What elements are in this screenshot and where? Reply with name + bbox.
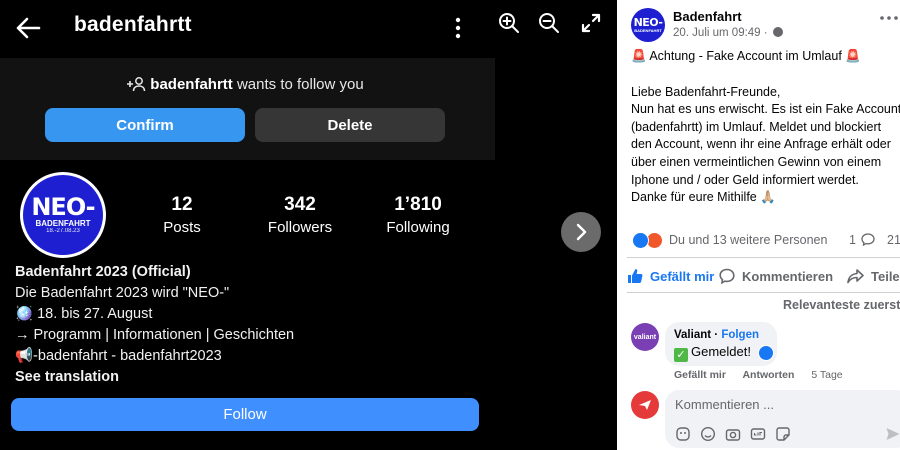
comment-like-badge: [758, 345, 774, 361]
bio-line: 🪩 18. bis 27. August: [15, 306, 153, 322]
comment-body: ✓ Gemeldet!: [674, 344, 751, 362]
emoji-icon[interactable]: [700, 426, 716, 442]
post-line: den Account, wenn ihr eine Anfrage erhäl…: [631, 137, 891, 152]
page-name[interactable]: Badenfahrt: [673, 9, 742, 24]
facebook-post: NEO- BADENFAHRT Badenfahrt 20. Juli um 0…: [617, 0, 900, 450]
bio-display-name: Badenfahrt 2023 (Official): [15, 264, 191, 280]
profile-username: badenfahrtt: [74, 13, 192, 36]
comment-author-line: Valiant · Folgen: [674, 329, 760, 341]
thumbs-up-icon: [628, 269, 643, 283]
post-text: 🚨 Achtung - Fake Account im Umlauf 🚨 Lie…: [631, 48, 900, 207]
send-icon[interactable]: [885, 426, 900, 442]
like-label: Gefällt mir: [650, 268, 715, 284]
sticker-icon[interactable]: [775, 426, 791, 442]
divider: [627, 292, 900, 293]
post-blank-line: [631, 66, 900, 84]
post-line: Nun hat es uns erwischt. Es ist ein Fake…: [631, 102, 900, 117]
comment-reply-button[interactable]: Antworten: [742, 369, 794, 381]
instagram-top-bar: badenfahrtt: [0, 0, 495, 58]
delete-button[interactable]: Delete: [255, 108, 445, 142]
gif-icon[interactable]: [750, 426, 766, 442]
page-avatar-sub: BADENFAHRT: [634, 28, 662, 33]
check-mark-icon: ✓: [674, 348, 688, 362]
instagram-profile-screenshot: badenfahrtt badenfahrtt wants to follow …: [0, 0, 495, 450]
profile-avatar[interactable]: NEO- BADENFAHRT 18.-27.08.23: [20, 172, 106, 258]
share-label: Teilen: [871, 268, 900, 284]
comment-input[interactable]: Kommentieren ...: [675, 397, 774, 412]
like-button[interactable]: Gefällt mir: [627, 266, 714, 286]
current-user-avatar[interactable]: [631, 391, 659, 419]
post-headline: 🚨 Achtung - Fake Account im Umlauf 🚨: [631, 49, 861, 63]
comment-icon: [719, 268, 735, 284]
comment-sort-dropdown[interactable]: Relevanteste zuerst: [783, 298, 900, 312]
follow-request-message: wants to follow you: [236, 76, 364, 93]
globe-icon: [772, 27, 783, 37]
follow-link[interactable]: Folgen: [721, 329, 759, 341]
following-stat[interactable]: 1’810 Following: [363, 194, 473, 236]
posts-label: Posts: [163, 219, 201, 236]
post-line: (badenfahrtt) im Umlauf. Meldet und bloc…: [631, 119, 882, 134]
post-meta: 20. Juli um 09:49 ·: [673, 27, 783, 39]
zoom-in-icon[interactable]: [498, 12, 520, 34]
comment-text: Gemeldet!: [691, 344, 751, 359]
see-translation-link[interactable]: See translation: [15, 367, 485, 388]
comment-time[interactable]: 5 Tage: [811, 369, 842, 381]
share-count[interactable]: 21: [887, 233, 900, 247]
add-user-icon: [127, 77, 146, 92]
paper-plane-icon: [639, 400, 651, 410]
neo-logo: NEO- BADENFAHRT 18.-27.08.23: [23, 175, 103, 255]
follow-request-username: badenfahrtt: [150, 76, 233, 93]
comment-actions: Gefällt mir Antworten 5 Tage: [674, 369, 857, 381]
following-label: Following: [386, 219, 450, 236]
reactions-summary[interactable]: Du und 13 weitere Personen: [669, 233, 827, 247]
bio-line: → Programm | Informationen | Geschichten: [15, 327, 295, 343]
share-button[interactable]: Teilen: [847, 266, 900, 286]
post-line: über einen vermeintlichen Gewinn von ein…: [631, 154, 882, 169]
follow-request-text: badenfahrtt wants to follow you: [0, 76, 490, 93]
more-options-icon[interactable]: [448, 15, 468, 41]
confirm-button[interactable]: Confirm: [45, 108, 245, 142]
divider: [627, 257, 900, 258]
reactions-bar: Du und 13 weitere Personen 1 21: [632, 232, 900, 250]
comment-like-button[interactable]: Gefällt mir: [674, 369, 726, 381]
chevron-right-icon: [576, 223, 587, 241]
more-options-icon[interactable]: [879, 14, 899, 22]
camera-icon[interactable]: [725, 426, 741, 442]
image-viewer-controls: [495, 0, 617, 450]
followers-stat[interactable]: 342 Followers: [245, 194, 355, 236]
comment-author[interactable]: Valiant: [674, 329, 711, 341]
zoom-out-icon[interactable]: [538, 12, 560, 34]
comment-icon: [861, 233, 876, 247]
profile-bio: Badenfahrt 2023 (Official) Die Badenfahr…: [15, 262, 485, 388]
followers-label: Followers: [267, 219, 333, 236]
posts-stat[interactable]: 12 Posts: [127, 194, 237, 236]
post-timestamp[interactable]: 20. Juli um 09:49 ·: [673, 27, 768, 39]
bio-line: Die Badenfahrt 2023 wird "NEO-": [15, 285, 230, 301]
fullscreen-icon[interactable]: [580, 12, 602, 34]
followers-count: 342: [284, 194, 316, 215]
posts-count: 12: [171, 194, 193, 215]
back-arrow-icon[interactable]: [14, 14, 42, 42]
like-reaction-icon: [632, 232, 649, 249]
page-avatar-logo: NEO-: [633, 16, 663, 29]
post-line: Iphone und / oder Geld informiert werdet…: [631, 172, 859, 187]
avatar-sticker-icon[interactable]: [675, 426, 691, 442]
comment-count-value: 1: [849, 233, 856, 247]
share-icon: [847, 269, 864, 284]
comment-count[interactable]: 1: [849, 233, 876, 247]
post-line: Danke für eure Mithilfe 🙏🏼: [631, 190, 776, 205]
post-line: Liebe Badenfahrt-Freunde,: [631, 84, 781, 99]
composer-tools: [675, 426, 791, 442]
logo-date: 18.-27.08.23: [46, 228, 80, 234]
follow-button[interactable]: Follow: [11, 398, 479, 431]
comment-label: Kommentieren: [742, 268, 834, 284]
page-avatar[interactable]: NEO- BADENFAHRT: [631, 8, 665, 42]
next-image-button[interactable]: [561, 212, 601, 252]
commenter-avatar[interactable]: valiant: [631, 323, 659, 351]
logo-subtitle: BADENFAHRT: [35, 219, 91, 228]
bio-line: 📢-badenfahrt - badenfahrt2023: [15, 348, 222, 364]
following-count: 1’810: [394, 194, 442, 215]
logo-title: NEO-: [31, 193, 95, 221]
comment-button[interactable]: Kommentieren: [719, 266, 833, 286]
